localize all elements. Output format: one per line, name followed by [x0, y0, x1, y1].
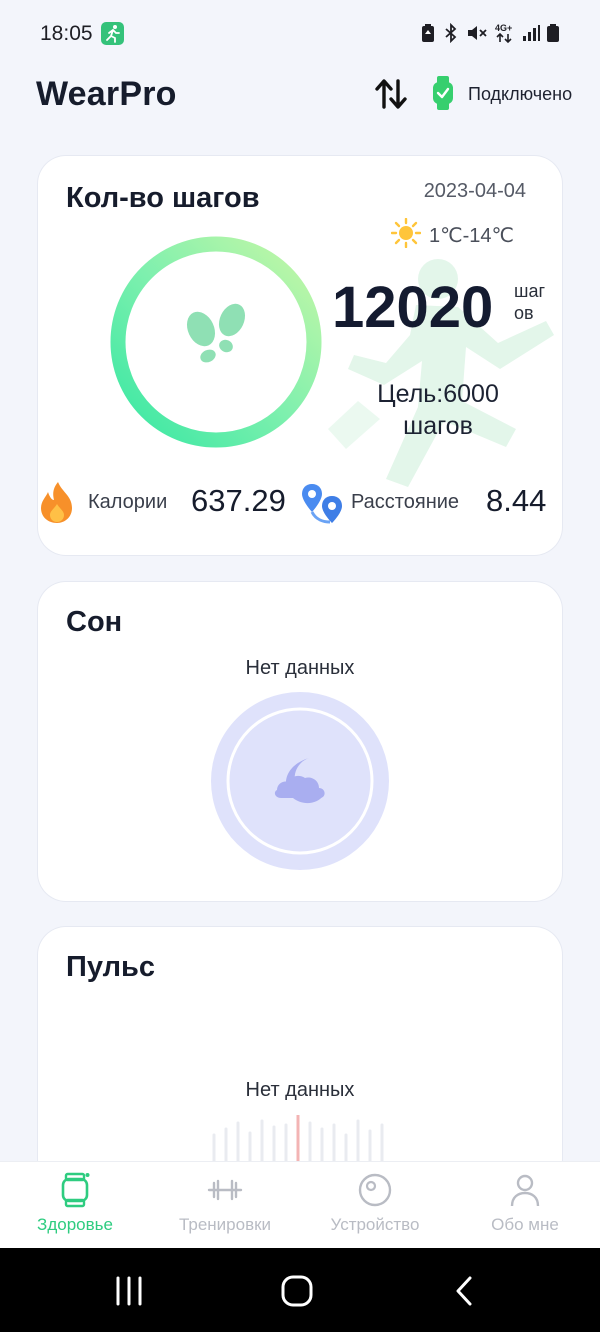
recent-apps-icon[interactable] — [110, 1274, 150, 1308]
connection-status[interactable]: Подключено — [468, 84, 572, 105]
battery-saver-icon — [420, 23, 436, 48]
weather-temperature: 1℃-14℃ — [429, 225, 514, 247]
footprints-icon — [186, 303, 246, 363]
distance-label: Расстояние — [351, 491, 460, 513]
signal-icon — [522, 24, 540, 47]
watch-icon — [61, 1172, 90, 1208]
app-title: WearPro — [36, 75, 177, 113]
location-pin-icon — [302, 484, 342, 524]
back-icon[interactable] — [446, 1274, 486, 1308]
nav-device-label: Устройство — [330, 1215, 420, 1234]
steps-card-title: Кол-во шагов — [66, 182, 260, 214]
nav-profile[interactable]: Обо мне — [450, 1162, 600, 1249]
svg-text:4G+: 4G+ — [495, 23, 512, 33]
sun-icon — [390, 217, 422, 253]
steps-count: 12020 — [332, 275, 494, 340]
mute-icon — [466, 23, 488, 48]
person-icon — [510, 1174, 540, 1207]
bluetooth-icon — [442, 22, 460, 48]
bottom-navigation: Здоровье Тренировки Устройство Обо мне — [0, 1161, 600, 1248]
steps-progress-ring — [110, 236, 322, 448]
system-navigation-bar — [0, 1248, 600, 1332]
steps-card[interactable]: Кол-во шагов 2023-04-04 1℃-14℃ 12020 шаг… — [38, 156, 562, 555]
sync-icon[interactable] — [373, 78, 409, 110]
battery-icon — [546, 23, 560, 48]
dumbbell-icon — [207, 1179, 243, 1201]
watch-connected-icon — [432, 76, 454, 110]
status-bar: 18:05 4G+ — [0, 0, 600, 66]
sleep-card-title: Сон — [66, 606, 123, 638]
nav-device[interactable]: Устройство — [300, 1162, 450, 1249]
running-app-icon — [101, 22, 124, 45]
pulse-no-data: Нет данных — [245, 1079, 355, 1101]
nav-workouts[interactable]: Тренировки — [150, 1162, 300, 1249]
calories-label: Калории — [88, 491, 168, 513]
sleep-card[interactable]: Сон Нет данных — [38, 582, 562, 901]
pulse-waveform-icon — [212, 1115, 384, 1163]
wearpro-health-screen: 18:05 4G+ WearPro Подключено Кол-во шаго… — [0, 0, 600, 1332]
steps-stats-row: Калории 637.29 Расстояние 8.44 — [38, 478, 562, 532]
steps-goal: Цель:6000 шагов — [377, 380, 499, 440]
status-icons: 4G+ — [420, 22, 560, 49]
pulse-card[interactable]: Пульс Нет данных — [38, 927, 562, 1187]
nav-health-label: Здоровье — [37, 1215, 113, 1234]
steps-unit: шагов — [514, 281, 546, 323]
4g-icon: 4G+ — [494, 22, 516, 49]
device-icon — [358, 1173, 392, 1207]
sleep-moon-icon — [211, 692, 389, 870]
fire-icon — [41, 482, 72, 523]
distance-value: 8.44 — [486, 483, 547, 518]
steps-date: 2023-04-04 — [423, 180, 526, 202]
pulse-card-title: Пульс — [66, 951, 155, 983]
nav-health[interactable]: Здоровье — [0, 1162, 150, 1249]
nav-workouts-label: Тренировки — [178, 1215, 272, 1234]
sleep-no-data: Нет данных — [245, 657, 355, 679]
home-icon[interactable] — [277, 1274, 317, 1308]
nav-profile-label: Обо мне — [491, 1215, 559, 1234]
calories-value: 637.29 — [191, 483, 286, 518]
weather: 1℃-14℃ — [390, 217, 514, 253]
status-time: 18:05 — [40, 22, 93, 45]
